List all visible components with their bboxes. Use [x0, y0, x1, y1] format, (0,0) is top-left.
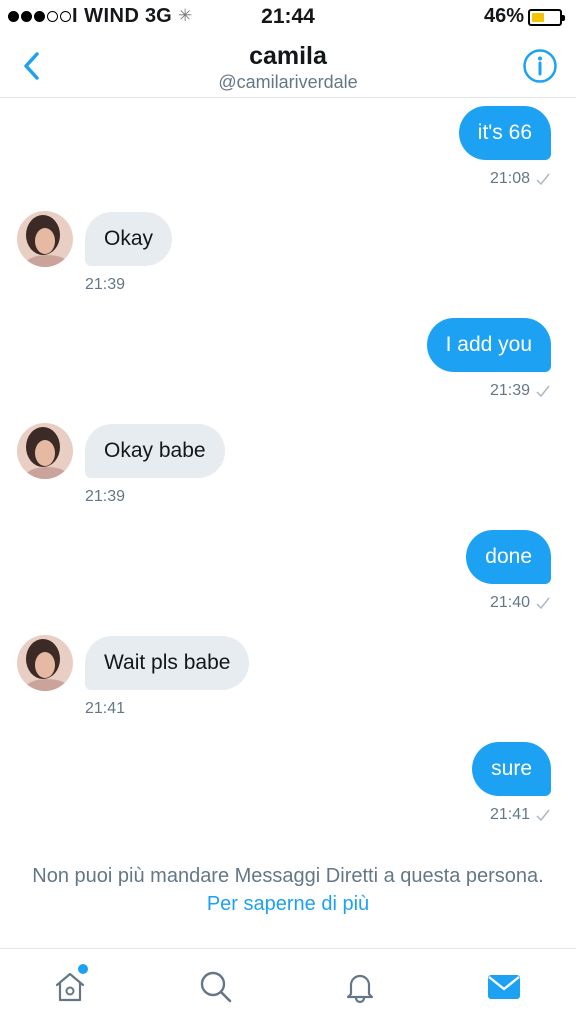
message-time: 21:40	[489, 594, 530, 611]
status-bar: I WIND 3G ✳ 21:44 46%	[0, 0, 576, 34]
tab-notifications[interactable]	[340, 967, 380, 1007]
message-time: 21:39	[489, 382, 530, 399]
message-meta: 21:08	[490, 170, 550, 188]
avatar-image	[17, 423, 73, 479]
message-time: 21:39	[85, 276, 126, 293]
sent-message-bubble[interactable]: I add you	[426, 318, 551, 372]
received-message-bubble[interactable]: Okay babe	[85, 424, 225, 478]
message-time: 21:41	[489, 806, 530, 823]
message-meta: 21:41	[490, 806, 550, 824]
check-icon	[536, 597, 550, 610]
battery-percent: 46%	[483, 5, 524, 27]
bell-icon	[346, 974, 374, 1004]
sent-message-bubble[interactable]: sure	[472, 742, 551, 796]
notice-text: Non puoi più mandare Messaggi Diretti a …	[32, 865, 544, 887]
search-icon	[200, 971, 232, 1003]
mail-icon	[488, 975, 520, 999]
received-message-bubble[interactable]: Wait pls babe	[85, 636, 250, 690]
info-icon	[523, 49, 557, 83]
check-icon	[536, 173, 550, 186]
sent-message-bubble[interactable]: done	[466, 530, 551, 584]
received-message-bubble[interactable]: Okay	[85, 212, 173, 266]
message-meta: 21:40	[490, 594, 550, 612]
avatar[interactable]	[17, 423, 73, 479]
tab-messages[interactable]	[484, 967, 524, 1007]
conversation-handle: @camilariverdale	[218, 72, 358, 92]
avatar-image	[17, 635, 73, 691]
check-icon	[536, 809, 550, 822]
tab-bar	[0, 948, 576, 1024]
avatar-image	[17, 211, 73, 267]
message-meta: 21:39	[490, 382, 550, 400]
message-list[interactable]: it's 66 21:08 Okay 21:39 I add you 21:39	[0, 98, 576, 948]
conversation-title: camila	[249, 42, 327, 70]
message-time: 21:41	[85, 700, 126, 717]
tab-home[interactable]	[50, 964, 90, 1007]
message-time: 21:39	[85, 488, 126, 505]
avatar[interactable]	[17, 211, 73, 267]
message-time: 21:08	[489, 170, 530, 187]
info-button[interactable]	[522, 48, 558, 84]
notification-dot	[78, 964, 88, 974]
battery-icon	[528, 9, 565, 26]
avatar[interactable]	[17, 635, 73, 691]
check-icon	[536, 385, 550, 398]
conversation-header: camila @camilariverdale	[0, 34, 576, 98]
tab-search[interactable]	[196, 967, 236, 1007]
learn-more-link[interactable]: Per saperne di più	[207, 893, 369, 915]
sent-message-bubble[interactable]: it's 66	[458, 106, 551, 160]
dm-disabled-notice: Non puoi più mandare Messaggi Diretti a …	[20, 862, 556, 918]
home-icon	[55, 972, 85, 1002]
